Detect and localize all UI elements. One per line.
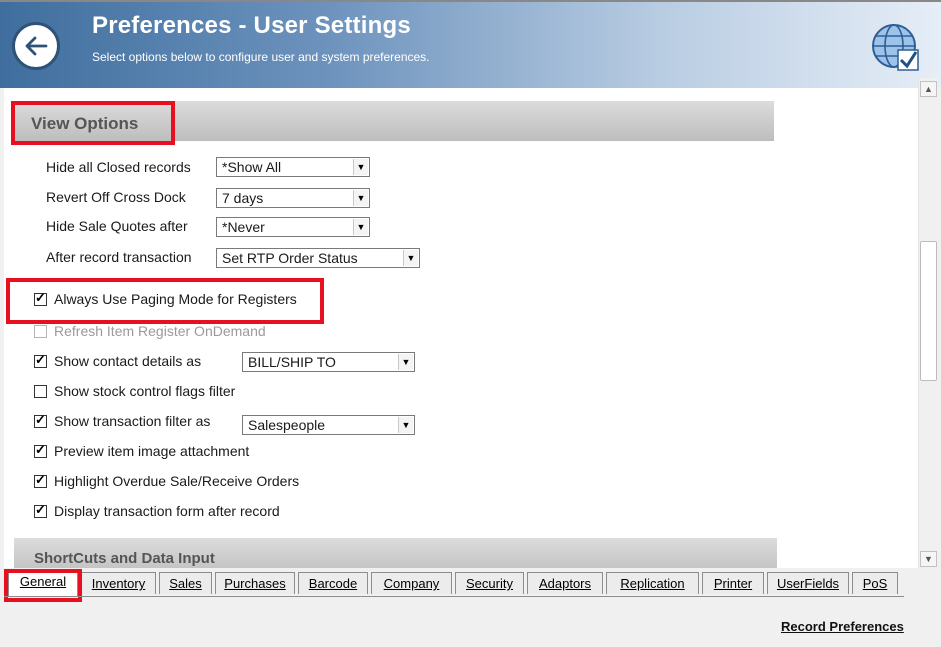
tab-sales[interactable]: Sales	[159, 572, 212, 594]
label-revert-cross-dock: Revert Off Cross Dock	[46, 189, 186, 205]
checkbox-refresh-item-register[interactable]	[34, 325, 47, 338]
label-hide-sale-quotes: Hide Sale Quotes after	[46, 218, 188, 234]
section-title-shortcuts: ShortCuts and Data Input	[34, 550, 215, 567]
tab-purchases[interactable]: Purchases	[215, 572, 295, 594]
chevron-down-icon: ▼	[403, 250, 418, 266]
section-title-view-options: View Options	[31, 114, 139, 133]
select-contact-details-value: BILL/SHIP TO	[248, 354, 336, 370]
select-hide-sale-quotes[interactable]: *Never ▼	[216, 217, 370, 237]
select-transaction-filter[interactable]: Salespeople ▼	[242, 415, 415, 435]
select-hide-sale-quotes-value: *Never	[222, 219, 265, 235]
tab-general[interactable]: General	[8, 570, 78, 596]
checkbox-paging-mode[interactable]	[34, 290, 47, 306]
label-refresh-item-register: Refresh Item Register OnDemand	[54, 323, 266, 339]
scroll-up-icon[interactable]: ▲	[920, 81, 937, 97]
select-revert-cross-dock-value: 7 days	[222, 190, 264, 206]
checkbox-highlight-overdue[interactable]	[34, 472, 47, 488]
tab-barcode[interactable]: Barcode	[298, 572, 368, 594]
select-after-record-transaction-value: Set RTP Order Status	[222, 250, 358, 266]
arrow-left-icon	[25, 36, 48, 56]
select-hide-closed-records[interactable]: *Show All ▼	[216, 157, 370, 177]
label-hide-closed-records: Hide all Closed records	[46, 159, 191, 175]
label-display-transaction-form: Display transaction form after record	[54, 503, 280, 519]
chevron-down-icon: ▼	[353, 190, 368, 206]
header-banner: Preferences - User Settings Select optio…	[0, 0, 941, 88]
checkbox-display-transaction-form[interactable]	[34, 502, 47, 518]
label-paging-mode: Always Use Paging Mode for Registers	[54, 291, 297, 307]
label-show-contact-details: Show contact details as	[54, 353, 202, 369]
select-revert-cross-dock[interactable]: 7 days ▼	[216, 188, 370, 208]
tab-inventory[interactable]: Inventory	[81, 572, 156, 594]
chevron-down-icon: ▼	[353, 219, 368, 235]
back-button[interactable]	[12, 22, 60, 70]
scrollbar-thumb[interactable]	[920, 241, 937, 381]
select-after-record-transaction[interactable]: Set RTP Order Status ▼	[216, 248, 420, 268]
label-preview-image: Preview item image attachment	[54, 443, 250, 459]
tab-pos[interactable]: PoS	[852, 572, 898, 594]
record-preferences-link[interactable]: Record Preferences	[781, 619, 904, 634]
label-stock-control-flags: Show stock control flags filter	[54, 383, 236, 399]
tab-userfields[interactable]: UserFields	[767, 572, 849, 594]
scroll-down-icon[interactable]: ▼	[920, 551, 937, 567]
checkbox-show-contact-details[interactable]	[34, 352, 47, 368]
select-contact-details[interactable]: BILL/SHIP TO ▼	[242, 352, 415, 372]
tab-company[interactable]: Company	[371, 572, 452, 594]
tab-replication[interactable]: Replication	[606, 572, 699, 594]
checkbox-transaction-filter[interactable]	[34, 412, 47, 428]
checkbox-preview-image[interactable]	[34, 442, 47, 458]
chevron-down-icon: ▼	[398, 417, 413, 433]
label-after-record-transaction: After record transaction	[46, 249, 192, 265]
tab-adaptors[interactable]: Adaptors	[527, 572, 603, 594]
chevron-down-icon: ▼	[353, 159, 368, 175]
vertical-scrollbar[interactable]: ▲ ▼	[918, 78, 938, 568]
globe-check-icon	[872, 24, 919, 71]
label-transaction-filter: Show transaction filter as	[54, 413, 211, 429]
page-title: Preferences - User Settings	[92, 12, 411, 39]
tab-strip: General Inventory Sales Purchases Barcod…	[4, 568, 918, 602]
settings-panel: View Options Hide all Closed records *Sh…	[4, 88, 918, 568]
select-hide-closed-records-value: *Show All	[222, 159, 282, 175]
page-subtitle: Select options below to configure user a…	[92, 50, 430, 64]
checkbox-stock-control-flags[interactable]	[34, 385, 47, 398]
label-highlight-overdue: Highlight Overdue Sale/Receive Orders	[54, 473, 300, 489]
chevron-down-icon: ▼	[398, 354, 413, 370]
select-transaction-filter-value: Salespeople	[248, 417, 326, 433]
tab-security[interactable]: Security	[455, 572, 524, 594]
tab-strip-divider	[4, 596, 904, 597]
tab-printer[interactable]: Printer	[702, 572, 764, 594]
